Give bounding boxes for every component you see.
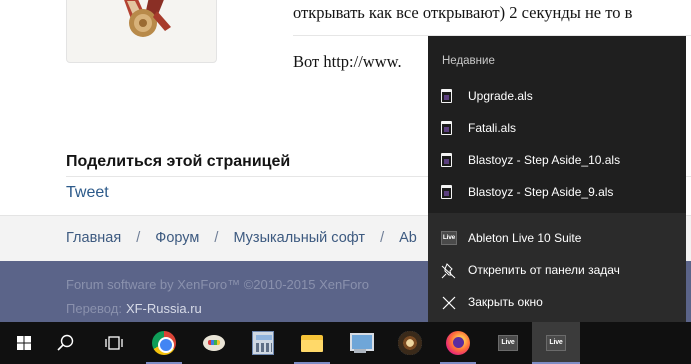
breadcrumb-forum[interactable]: Форум <box>155 230 199 246</box>
footer-translation-label: Перевод: <box>66 301 122 316</box>
recent-item-label: Fatali.als <box>468 121 517 135</box>
share-heading: Поделиться этой страницей <box>66 153 291 170</box>
recent-item[interactable]: Fatali.als <box>428 112 686 144</box>
taskbar-chrome[interactable] <box>140 322 188 364</box>
ableton-live-icon: Live <box>546 335 566 351</box>
close-window-label: Закрыть окно <box>468 295 543 309</box>
calculator-icon <box>252 331 274 355</box>
als-file-icon <box>441 185 452 199</box>
music-disc-icon <box>398 331 422 355</box>
ableton-live-icon: Live <box>441 231 457 245</box>
footer-translation: Перевод: XF-Russia.ru <box>66 301 202 316</box>
recent-item-label: Blastoyz - Step Aside_9.als <box>468 185 614 199</box>
ableton-live-icon: Live <box>498 335 518 351</box>
breadcrumb: Главная / Форум / Музыкальный софт / Ab <box>66 230 417 246</box>
footer-site-link[interactable]: XF-Russia.ru <box>126 301 202 316</box>
recent-item-label: Upgrade.als <box>468 89 533 103</box>
als-file-icon <box>441 153 452 167</box>
unpin-from-taskbar-item[interactable]: Открепить от панели задач <box>428 254 686 286</box>
taskbar-firefox[interactable] <box>434 322 482 364</box>
taskbar-this-pc[interactable] <box>336 322 384 364</box>
als-file-icon <box>441 89 452 103</box>
taskbar-ableton-live[interactable]: Live <box>484 322 532 364</box>
taskbar-jump-list: Недавние Upgrade.als Fatali.als Blastoyz… <box>428 36 686 326</box>
task-view-button[interactable] <box>90 322 138 364</box>
windows-logo-icon <box>17 336 31 350</box>
breadcrumb-music-software[interactable]: Музыкальный софт <box>233 230 365 246</box>
chrome-icon <box>152 331 176 355</box>
recent-item[interactable]: Upgrade.als <box>428 80 686 112</box>
post-text-line: открывать как все открывают) 2 секунды н… <box>293 3 633 22</box>
als-file-icon <box>441 121 452 135</box>
search-icon <box>57 334 74 351</box>
app-name-label: Ableton Live 10 Suite <box>468 231 582 245</box>
task-view-icon <box>105 336 123 350</box>
recent-item-label: Blastoyz - Step Aside_10.als <box>468 153 621 167</box>
unpin-icon <box>441 263 456 279</box>
firefox-icon <box>446 331 470 355</box>
windows-taskbar: Live Live <box>0 322 691 364</box>
breadcrumb-separator: / <box>136 230 141 246</box>
open-app-item[interactable]: Live Ableton Live 10 Suite <box>428 222 686 254</box>
recent-section-header: Недавние <box>442 55 495 67</box>
post-text-link-line[interactable]: Вот http://www. <box>293 52 402 72</box>
breadcrumb-separator: / <box>214 230 219 246</box>
footer-copyright[interactable]: Forum software by XenForo™ ©2010-2015 Xe… <box>66 277 369 292</box>
start-button[interactable] <box>0 322 48 364</box>
taskbar-ableton-live-active[interactable]: Live <box>532 322 580 364</box>
recent-item[interactable]: Blastoyz - Step Aside_9.als <box>428 176 686 208</box>
search-button[interactable] <box>42 322 90 364</box>
medal-image <box>124 0 171 37</box>
recent-item[interactable]: Blastoyz - Step Aside_10.als <box>428 144 686 176</box>
taskbar-media-player[interactable] <box>386 322 434 364</box>
breadcrumb-current[interactable]: Ab <box>399 230 417 246</box>
post-attachment[interactable] <box>66 0 217 63</box>
taskbar-paint[interactable] <box>190 322 238 364</box>
breadcrumb-home[interactable]: Главная <box>66 230 121 246</box>
taskbar-calculator[interactable] <box>238 322 286 364</box>
unpin-label: Открепить от панели задач <box>468 263 620 277</box>
folder-icon <box>300 331 324 355</box>
close-window-item[interactable]: Закрыть окно <box>428 286 686 318</box>
tweet-link[interactable]: Tweet <box>66 184 109 202</box>
taskbar-file-explorer[interactable] <box>288 322 336 364</box>
close-icon <box>442 296 456 310</box>
jump-list-tasks: Live Ableton Live 10 Suite Открепить от … <box>428 213 686 326</box>
breadcrumb-separator: / <box>380 230 385 246</box>
paint-icon <box>202 331 226 355</box>
computer-icon <box>348 331 374 355</box>
